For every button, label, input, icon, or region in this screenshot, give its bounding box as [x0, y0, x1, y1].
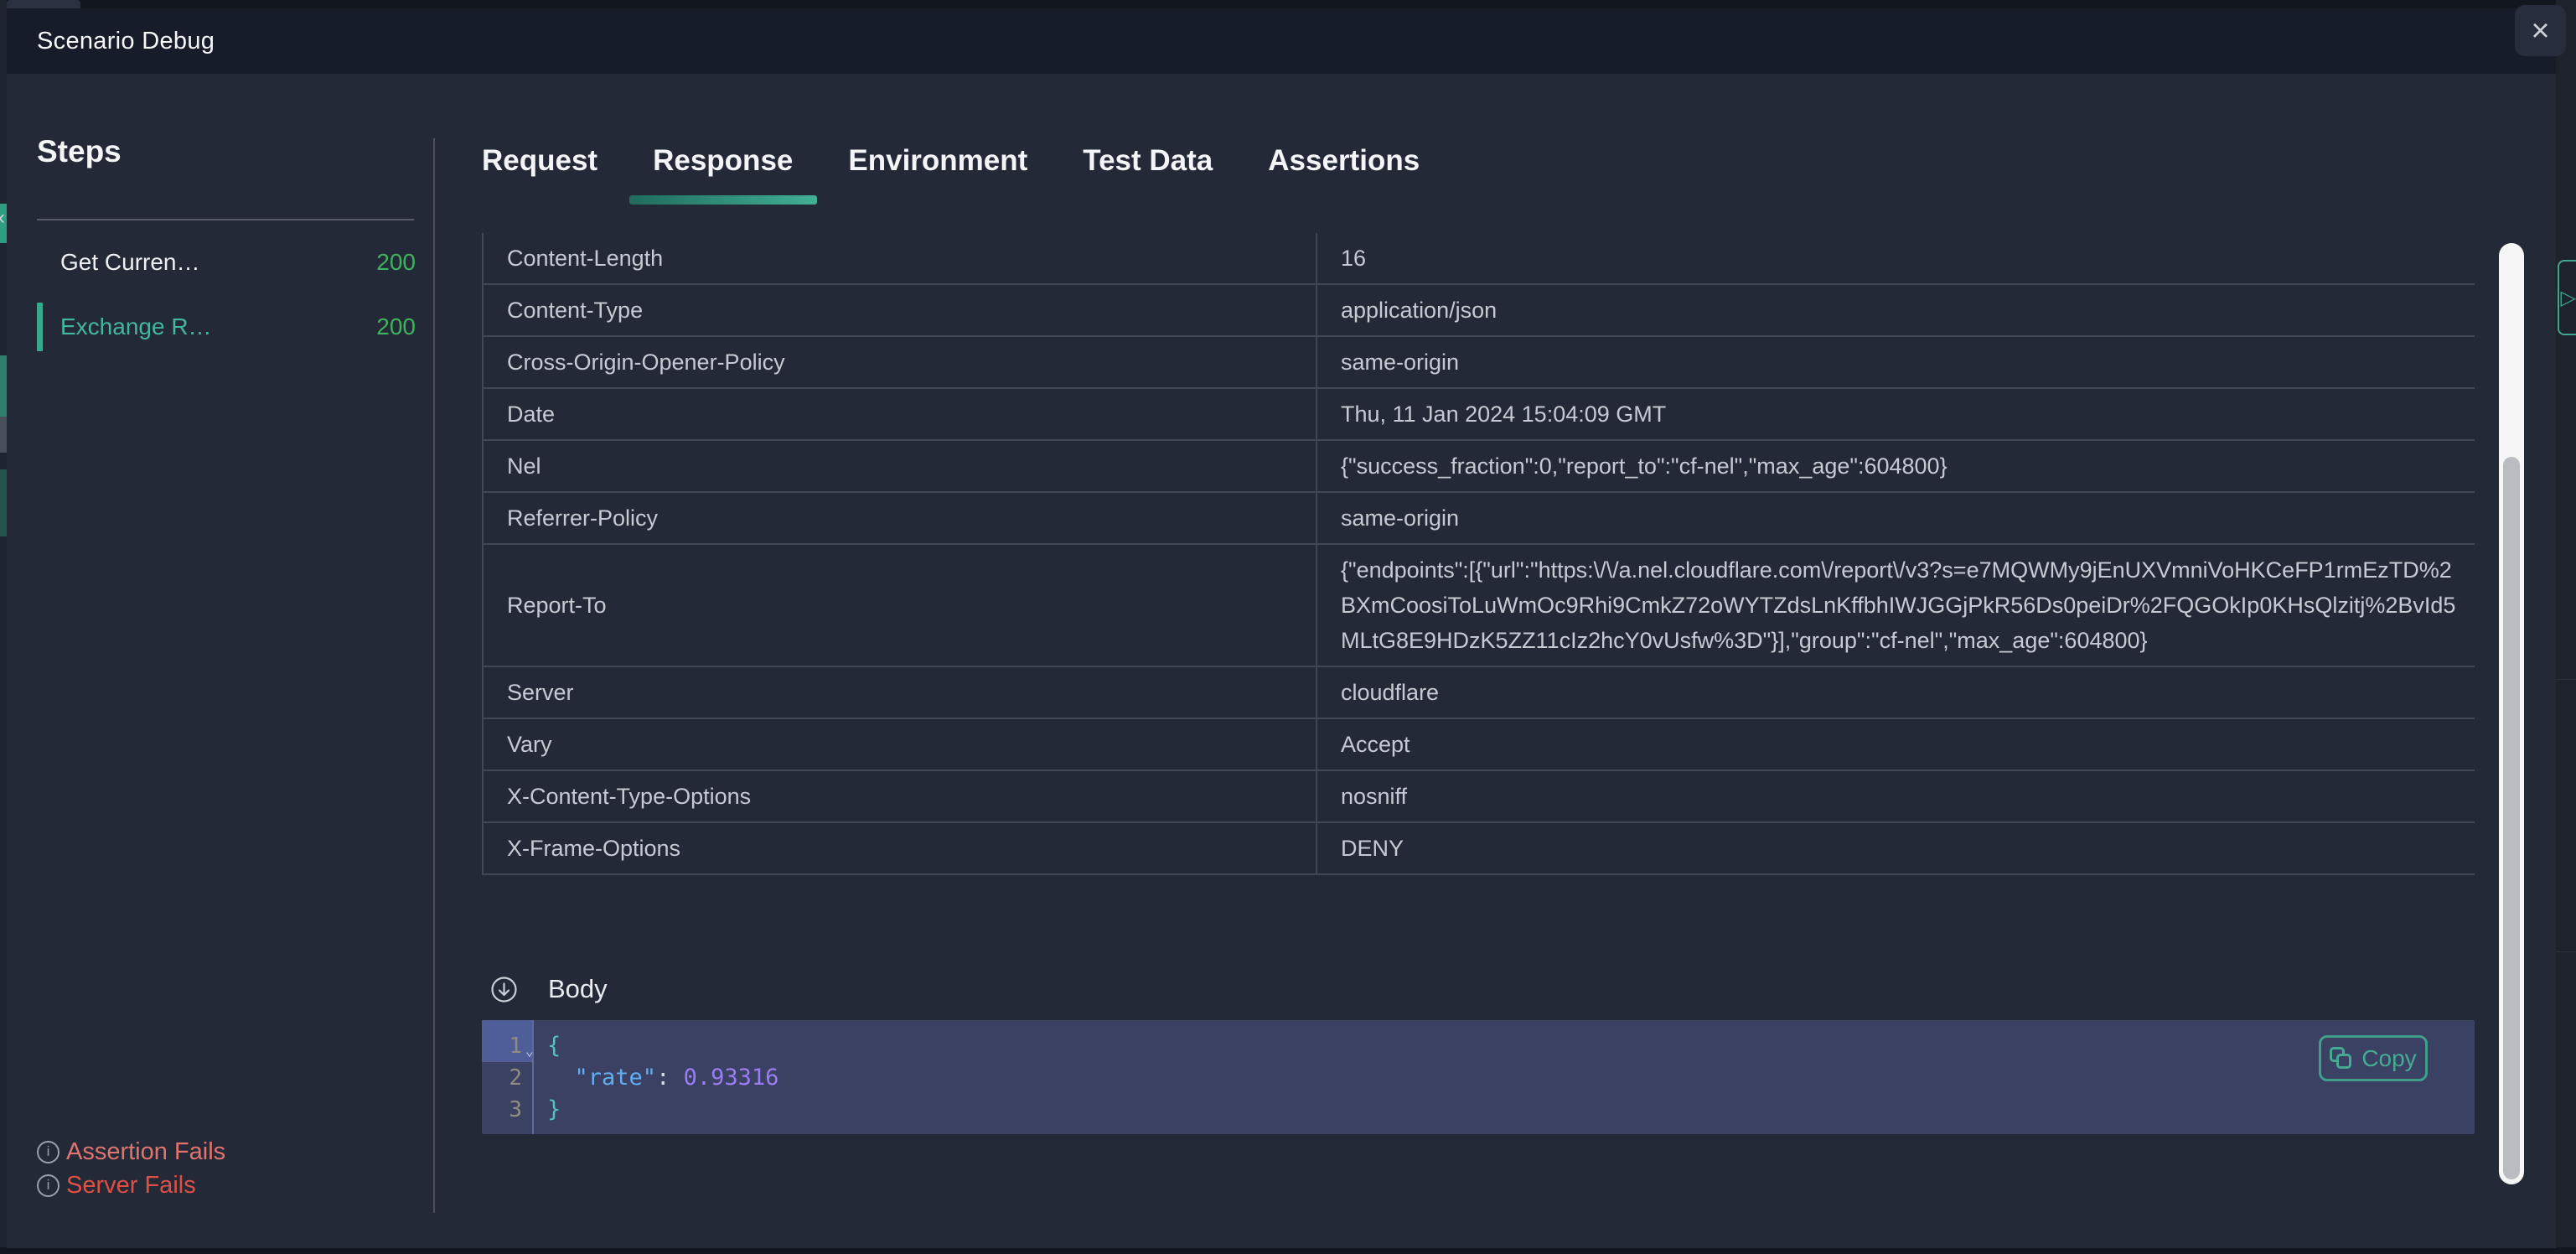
header-key: Vary [483, 718, 1316, 770]
step-item[interactable]: Exchange R… 200 [37, 301, 416, 353]
scrollbar-thumb[interactable] [2503, 457, 2520, 1179]
code-line: { [547, 1030, 2475, 1062]
step-status-code: 200 [376, 249, 416, 276]
back-chevron-icon: ‹ [0, 208, 5, 228]
play-button[interactable]: ▷ [2558, 260, 2576, 335]
code-line: } [547, 1094, 2475, 1126]
code-area: { "rate": 0.93316} [534, 1020, 2475, 1134]
header-key: Referrer-Policy [483, 492, 1316, 544]
sidebar-content-divider [433, 138, 435, 1213]
active-step-bar [37, 303, 43, 351]
steps-heading: Steps [37, 134, 122, 169]
scenario-debug-modal: Scenario Debug × Steps Get Curren…200Exc… [7, 8, 2556, 1248]
tab-bar: Request Response Environment Test Data Asser… [482, 144, 1420, 205]
header-row: Content-Typeapplication/json [483, 284, 2475, 336]
code-token [547, 1065, 575, 1091]
header-row: Report-To{"endpoints":[{"url":"https:\/\… [483, 544, 2475, 666]
line-number: 1⌄ [482, 1030, 532, 1062]
header-key: Server [483, 666, 1316, 718]
code-token: : [656, 1065, 684, 1091]
header-key: Content-Type [483, 284, 1316, 336]
header-key: Nel [483, 440, 1316, 492]
tab-response[interactable]: Response [653, 144, 793, 205]
step-status-code: 200 [376, 314, 416, 340]
modal-header: Scenario Debug [7, 8, 2556, 74]
header-row: Referrer-Policysame-origin [483, 492, 2475, 544]
header-row: VaryAccept [483, 718, 2475, 770]
header-key: Content-Length [483, 233, 1316, 284]
body-section-header[interactable]: Body [490, 974, 608, 1004]
legend-label: Assertion Fails [66, 1138, 225, 1166]
close-button[interactable]: × [2515, 5, 2566, 56]
sidebar-divider [37, 219, 414, 220]
legend-item: i Assertion Fails [37, 1135, 225, 1168]
header-value: Thu, 11 Jan 2024 15:04:09 GMT [1316, 388, 2475, 440]
header-row: Content-Length16 [483, 233, 2475, 284]
step-name: Exchange R… [60, 314, 212, 340]
header-row: X-Frame-OptionsDENY [483, 822, 2475, 874]
legend-item: i Server Fails [37, 1168, 225, 1202]
header-value: cloudflare [1316, 666, 2475, 718]
tab-request[interactable]: Request [482, 144, 597, 205]
background-divider [2556, 951, 2576, 952]
background-sliver [0, 469, 7, 536]
background-right-strip [2556, 0, 2576, 1254]
header-key: Date [483, 388, 1316, 440]
copy-icon [2330, 1047, 2353, 1070]
collapse-body-icon [490, 976, 518, 1003]
header-row: Cross-Origin-Opener-Policysame-origin [483, 336, 2475, 388]
background-sliver [0, 355, 7, 417]
background-bottom-strip [0, 1247, 2576, 1254]
line-number: 3 [482, 1094, 532, 1126]
header-value: {"success_fraction":0,"report_to":"cf-ne… [1316, 440, 2475, 492]
legend-label: Server Fails [66, 1172, 196, 1200]
modal-title: Scenario Debug [37, 8, 215, 74]
header-value: Accept [1316, 718, 2475, 770]
background-tab-stub [7, 0, 80, 8]
copy-button-label: Copy [2361, 1045, 2416, 1072]
background-top-strip [0, 0, 2576, 8]
background-sliver [0, 417, 7, 453]
step-name: Get Curren… [60, 249, 200, 276]
header-row: X-Content-Type-Optionsnosniff [483, 770, 2475, 822]
screen: ‹ ▷ Scenario Debug × Steps Get Curren…20… [0, 0, 2576, 1254]
header-value: application/json [1316, 284, 2475, 336]
background-divider [2556, 679, 2576, 680]
info-icon: i [37, 1174, 59, 1197]
tab-assertions[interactable]: Assertions [1268, 144, 1420, 205]
header-value: nosniff [1316, 770, 2475, 822]
header-value: 16 [1316, 233, 2475, 284]
header-row: Servercloudflare [483, 666, 2475, 718]
code-token: "rate" [575, 1065, 657, 1091]
scrollbar-track[interactable] [2499, 243, 2524, 1184]
header-key: Report-To [483, 544, 1316, 666]
response-body-editor[interactable]: 1⌄23 { "rate": 0.93316} Copy [482, 1020, 2475, 1134]
code-gutter: 1⌄23 [482, 1020, 534, 1134]
code-line: "rate": 0.93316 [547, 1062, 2475, 1094]
code-token: { [547, 1033, 561, 1059]
header-row: Nel{"success_fraction":0,"report_to":"cf… [483, 440, 2475, 492]
background-left-strip: ‹ [0, 0, 7, 1254]
copy-button[interactable]: Copy [2319, 1035, 2428, 1081]
header-value: same-origin [1316, 492, 2475, 544]
header-key: Cross-Origin-Opener-Policy [483, 336, 1316, 388]
header-value: {"endpoints":[{"url":"https:\/\/a.nel.cl… [1316, 544, 2475, 666]
line-number: 2 [482, 1062, 532, 1094]
code-token: 0.93316 [684, 1065, 779, 1091]
code-token: } [547, 1096, 561, 1122]
info-icon: i [37, 1141, 59, 1163]
play-icon: ▷ [2561, 286, 2576, 310]
header-key: X-Content-Type-Options [483, 770, 1316, 822]
status-legend: i Assertion Fails i Server Fails [37, 1135, 225, 1202]
body-label: Body [548, 974, 608, 1004]
header-value: same-origin [1316, 336, 2475, 388]
steps-list: Get Curren… 200 Exchange R… 200 [37, 236, 416, 365]
tab-environment[interactable]: Environment [848, 144, 1027, 205]
header-row: DateThu, 11 Jan 2024 15:04:09 GMT [483, 388, 2475, 440]
header-value: DENY [1316, 822, 2475, 874]
step-item[interactable]: Get Curren… 200 [37, 236, 416, 288]
response-headers-table: Content-Length16Content-Typeapplication/… [482, 233, 2475, 875]
header-key: X-Frame-Options [483, 822, 1316, 874]
tab-test-data[interactable]: Test Data [1083, 144, 1213, 205]
